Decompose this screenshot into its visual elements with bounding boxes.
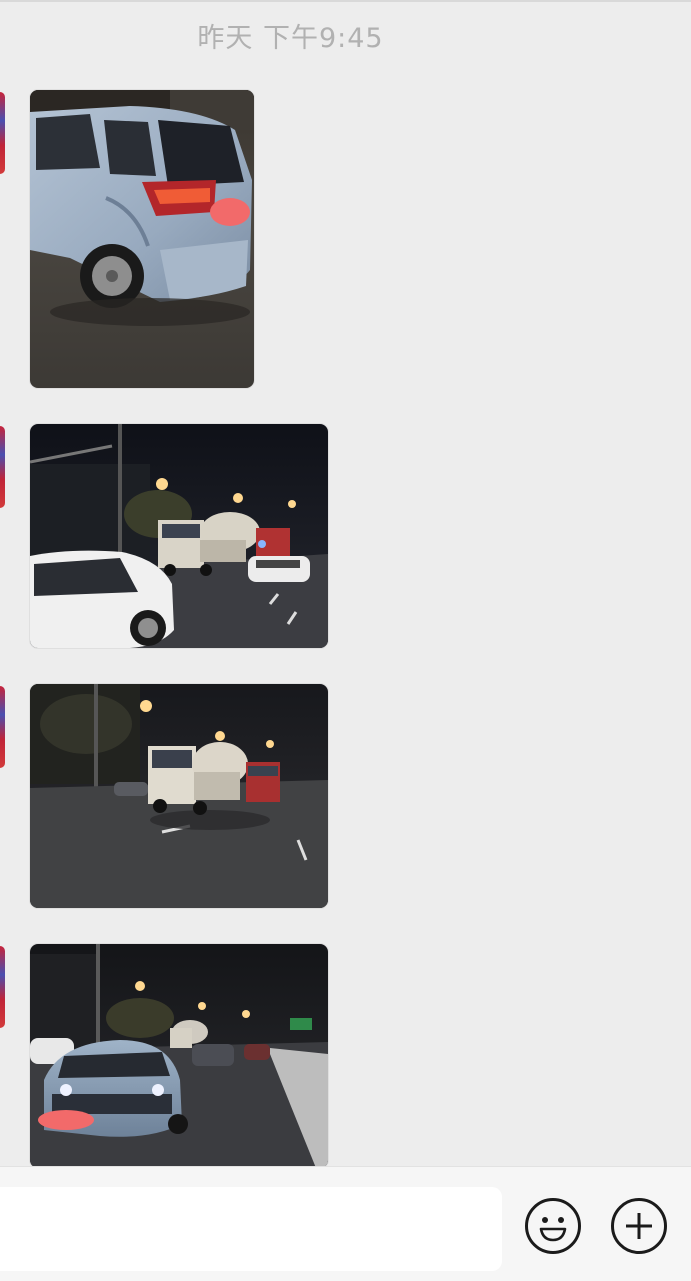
photo-night-road-mixer-truck-front	[30, 684, 328, 908]
message-image-2[interactable]	[30, 424, 328, 648]
sender-avatar[interactable]	[0, 426, 5, 508]
emoji-smile-icon	[539, 1217, 567, 1242]
sender-avatar[interactable]	[0, 92, 5, 174]
chat-timestamp: 昨天 下午9:45	[197, 23, 384, 54]
plus-circle-icon	[626, 1213, 652, 1239]
photo-night-road-blue-car	[30, 944, 328, 1168]
top-divider	[0, 0, 691, 2]
message-image-3[interactable]	[30, 684, 328, 908]
chat-input-bar	[0, 1166, 691, 1281]
message-image-1[interactable]	[30, 90, 254, 388]
message-text-input[interactable]	[0, 1187, 502, 1271]
message-image-4[interactable]	[30, 944, 328, 1168]
sender-avatar[interactable]	[0, 686, 5, 768]
photo-damaged-car-rear	[30, 90, 254, 388]
more-actions-button[interactable]	[611, 1198, 667, 1254]
emoji-button[interactable]	[525, 1198, 581, 1254]
sender-avatar[interactable]	[0, 946, 5, 1028]
photo-night-road-mixer-truck	[30, 424, 328, 648]
